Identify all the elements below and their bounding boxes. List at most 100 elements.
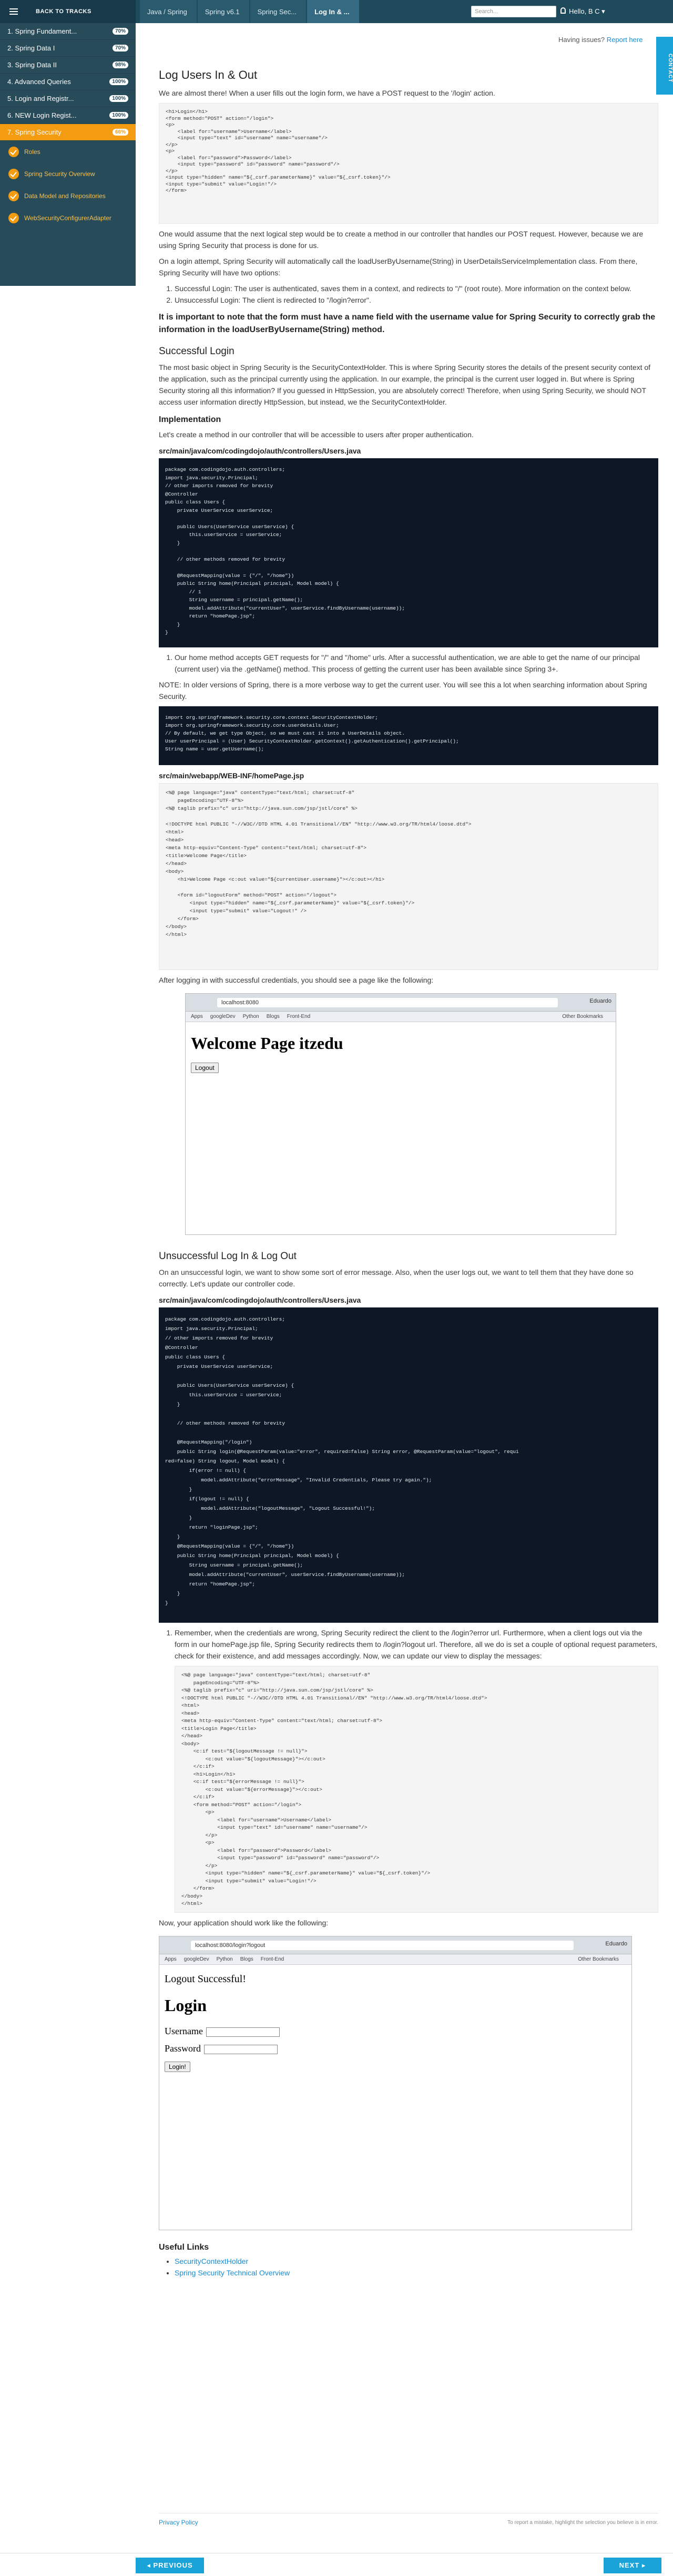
list-item: Unsuccessful Login: The client is redire… xyxy=(175,294,658,306)
progress-badge: 100% xyxy=(109,112,128,119)
paragraph: NOTE: In older versions of Spring, there… xyxy=(159,681,647,700)
bookmark: googleDev xyxy=(210,1014,236,1019)
menu-icon[interactable] xyxy=(9,8,18,15)
preview-heading: Login xyxy=(165,1996,207,2015)
password-field xyxy=(204,2044,278,2054)
list-item: SecurityContextHolder xyxy=(175,2255,658,2267)
notes-list: Our home method accepts GET requests for… xyxy=(175,652,658,675)
check-icon xyxy=(8,147,19,157)
bookmark: Blogs xyxy=(266,1014,280,1019)
breadcrumb-item[interactable]: Spring v6.1 xyxy=(197,0,249,23)
user-menu[interactable]: Hello, B C ▾ xyxy=(569,7,605,16)
footer-note: To report a mistake, highlight the selec… xyxy=(507,2520,658,2526)
progress-badge: 70% xyxy=(112,28,128,35)
sidebar-subitem-label: Data Model and Repositories xyxy=(24,192,106,200)
article: Log Users In & Out We are almost there! … xyxy=(159,23,658,2279)
page-title: Log Users In & Out xyxy=(159,68,258,81)
bookmark: Other Bookmarks xyxy=(578,1956,619,1962)
code-block: package com.codingdojo.auth.controllers;… xyxy=(159,1307,658,1623)
useful-links: SecurityContextHolder Spring Security Te… xyxy=(175,2255,658,2279)
bookmark: Python xyxy=(216,1956,233,1962)
sidebar-item-active[interactable]: 7. Spring Security 66% xyxy=(0,124,136,141)
bookmark: Front-End xyxy=(260,1956,284,1962)
progress-badge: 98% xyxy=(112,61,128,68)
check-icon xyxy=(8,213,19,223)
link[interactable]: Spring Security Technical Overview xyxy=(175,2269,290,2277)
browser-chrome: localhost:8080/login?logout Eduardo xyxy=(159,1936,631,1954)
sidebar-item[interactable]: 5. Login and Registr... 100% xyxy=(0,90,136,107)
paragraph: On a login attempt, Spring Security will… xyxy=(159,257,638,277)
logout-button: Logout xyxy=(191,1063,219,1073)
progress-badge: 100% xyxy=(109,95,128,102)
list-item: Remember, when the credentials are wrong… xyxy=(175,1627,658,1662)
sidebar-item[interactable]: 2. Spring Data I 70% xyxy=(0,40,136,57)
password-label: Password xyxy=(165,2043,201,2054)
breadcrumb-current[interactable]: Log In & ... xyxy=(307,0,359,23)
list-item: Spring Security Technical Overview xyxy=(175,2267,658,2279)
previous-button[interactable]: ◂ PREVIOUS xyxy=(136,2558,204,2573)
options-list: Successful Login: The user is authentica… xyxy=(175,283,658,306)
sidebar-item[interactable]: 1. Spring Fundament... 70% xyxy=(0,23,136,40)
list-item: Our home method accepts GET requests for… xyxy=(175,652,658,675)
file-path: src/main/java/com/codingdojo/auth/contro… xyxy=(159,1296,361,1304)
browser-user: Eduardo xyxy=(589,998,611,1004)
bookmark: Apps xyxy=(191,1014,203,1019)
sidebar-subitem[interactable]: Data Model and Repositories xyxy=(0,185,136,207)
sidebar-subitem[interactable]: Roles xyxy=(0,141,136,163)
sidebar-item[interactable]: 6. NEW Login Regist... 100% xyxy=(0,107,136,124)
file-path: src/main/java/com/codingdojo/auth/contro… xyxy=(159,447,361,455)
footer: Privacy Policy To report a mistake, high… xyxy=(159,2513,658,2526)
back-to-tracks-button[interactable]: BACK TO TRACKS xyxy=(0,0,136,23)
bottom-nav: ◂ PREVIOUS NEXT ▸ xyxy=(0,2553,673,2576)
important-note: It is important to note that the form mu… xyxy=(159,313,656,334)
preview-heading: Welcome Page itzedu xyxy=(191,1034,343,1053)
privacy-link[interactable]: Privacy Policy xyxy=(159,2519,198,2526)
username-label: Username xyxy=(165,2026,203,2036)
list-item: Successful Login: The user is authentica… xyxy=(175,283,658,294)
sidebar-subitem[interactable]: WebSecurityConfigurerAdapter xyxy=(0,207,136,229)
subsection-heading: Implementation xyxy=(159,415,221,424)
page-preview: Welcome Page itzedu Logout xyxy=(186,1022,616,1079)
breadcrumb-item[interactable]: Java / Spring xyxy=(140,0,197,23)
sidebar-subitem-label: Spring Security Overview xyxy=(24,170,95,178)
username-field xyxy=(206,2027,280,2037)
code-block: <h1>Login</h1> <form method="POST" actio… xyxy=(159,103,658,224)
search-input[interactable]: Search... xyxy=(471,6,556,17)
bookmarks-bar: Apps googleDev Python Blogs Front-End Other B… xyxy=(159,1954,631,1965)
bookmark: Blogs xyxy=(240,1956,253,1962)
paragraph: On an unsuccessful login, we want to sho… xyxy=(159,1268,634,1288)
sidebar-item-label: 1. Spring Fundament... xyxy=(7,27,77,35)
paragraph: After logging in with successful credent… xyxy=(159,976,434,984)
section-heading: Unsuccessful Log In & Log Out xyxy=(159,1251,297,1262)
login-button: Login! xyxy=(165,2062,190,2072)
check-icon xyxy=(8,169,19,179)
sidebar-item-label: 2. Spring Data I xyxy=(7,44,55,52)
browser-user: Eduardo xyxy=(605,1941,627,1947)
sidebar-item[interactable]: 4. Advanced Queries 100% xyxy=(0,74,136,90)
bookmark: Other Bookmarks xyxy=(562,1014,603,1019)
next-button[interactable]: NEXT ▸ xyxy=(604,2558,661,2573)
breadcrumb: Java / Spring Spring v6.1 Spring Sec... … xyxy=(140,0,360,23)
bookmarks-bar: Apps googleDev Python Blogs Front-End Other B… xyxy=(186,1012,616,1022)
remember-list: Remember, when the credentials are wrong… xyxy=(175,1627,658,1662)
screenshot-welcome: localhost:8080 Eduardo Apps googleDev Pyth… xyxy=(185,993,616,1235)
progress-badge: 100% xyxy=(109,78,128,85)
bell-icon[interactable] xyxy=(560,7,566,14)
browser-chrome: localhost:8080 Eduardo xyxy=(186,994,616,1012)
sidebar-subitem[interactable]: Spring Security Overview xyxy=(0,163,136,185)
progress-badge: 66% xyxy=(112,129,128,136)
code-block: import org.springframework.security.core… xyxy=(159,706,658,765)
sidebar: 1. Spring Fundament... 70% 2. Spring Data… xyxy=(0,23,136,286)
sidebar-subitem-label: WebSecurityConfigurerAdapter xyxy=(24,214,111,222)
sidebar-item-label: 5. Login and Registr... xyxy=(7,95,74,102)
breadcrumb-item[interactable]: Spring Sec... xyxy=(250,0,307,23)
link[interactable]: SecurityContextHolder xyxy=(175,2257,248,2265)
contact-tab[interactable]: CONTACT xyxy=(656,37,673,95)
progress-badge: 70% xyxy=(112,45,128,51)
code-block: package com.codingdojo.auth.controllers;… xyxy=(159,458,658,647)
paragraph: The most basic object in Spring Security… xyxy=(159,363,651,406)
sidebar-item[interactable]: 3. Spring Data II 98% xyxy=(0,57,136,74)
sidebar-item-label: 3. Spring Data II xyxy=(7,61,57,69)
address-bar: localhost:8080/login?logout xyxy=(191,1941,574,1950)
code-block: <%@ page language="java" contentType="te… xyxy=(175,1666,658,1913)
